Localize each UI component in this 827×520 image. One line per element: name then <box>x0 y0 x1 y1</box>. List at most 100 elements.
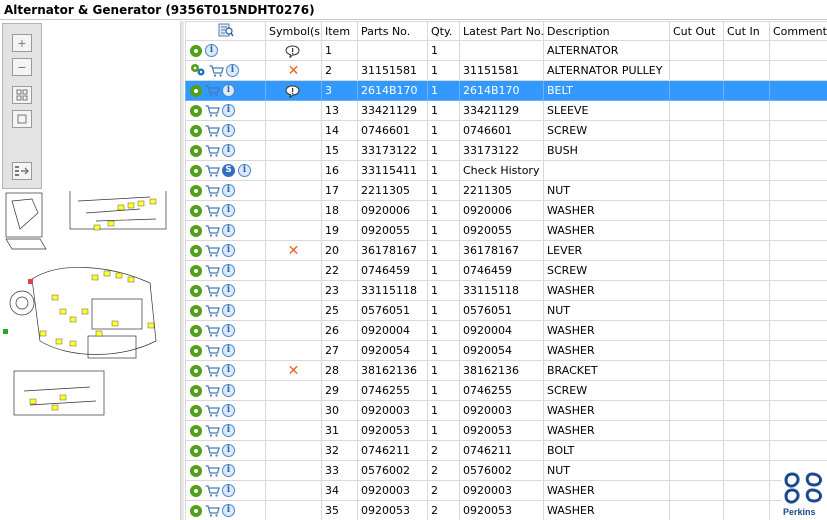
illustration-panel[interactable]: + − <box>0 21 180 520</box>
table-row[interactable]: i 32 0746211 2 0746211 BOLT <box>185 440 827 461</box>
table-row[interactable]: i 23 33115118 1 33115118 WASHER <box>185 280 827 301</box>
service-gear-icon[interactable] <box>190 364 202 377</box>
search-list-icon[interactable] <box>218 23 234 37</box>
add-to-cart-icon[interactable] <box>205 225 220 237</box>
info-icon[interactable]: i <box>222 84 235 98</box>
info-icon[interactable]: i <box>226 64 239 77</box>
add-to-cart-icon[interactable] <box>205 405 220 417</box>
table-row[interactable]: i 27 0920054 1 0920054 WASHER <box>185 340 827 361</box>
info-icon[interactable]: i <box>222 204 235 218</box>
column-header-description[interactable]: Description <box>543 21 670 41</box>
table-row[interactable]: i ✕ 28 38162136 1 38162136 BRACKET <box>185 360 827 381</box>
note-bubble-icon[interactable] <box>285 45 300 59</box>
table-row[interactable]: i 14 0746601 1 0746601 SCREW <box>185 120 827 141</box>
add-to-cart-icon[interactable] <box>205 145 220 157</box>
service-gear-icon[interactable] <box>190 144 202 157</box>
exploded-view-drawing[interactable] <box>0 191 180 421</box>
multi-gear-icon[interactable] <box>190 63 206 79</box>
info-icon[interactable]: i <box>222 224 235 238</box>
table-row[interactable]: i 29 0746255 1 0746255 SCREW <box>185 380 827 401</box>
service-gear-icon[interactable] <box>190 404 202 417</box>
info-icon[interactable]: i <box>222 424 235 438</box>
table-row[interactable]: i 3 2614B170 1 2614B170 BELT <box>185 80 827 101</box>
column-header-cut-out[interactable]: Cut Out <box>669 21 724 41</box>
info-icon[interactable]: i <box>222 324 235 338</box>
table-row[interactable]: i 19 0920055 1 0920055 WASHER <box>185 220 827 241</box>
table-row[interactable]: i 31 0920053 1 0920053 WASHER <box>185 420 827 441</box>
add-to-cart-icon[interactable] <box>209 64 224 77</box>
table-row[interactable]: i ✕ 20 36178167 1 36178167 LEVER <box>185 240 827 261</box>
info-icon[interactable]: i <box>222 444 235 458</box>
add-to-cart-icon[interactable] <box>205 465 220 477</box>
service-gear-icon[interactable] <box>190 444 202 457</box>
info-icon[interactable]: i <box>222 244 235 258</box>
column-header-symbols[interactable]: Symbol(s) <box>265 21 322 41</box>
panel-splitter[interactable] <box>180 21 184 520</box>
service-gear-icon[interactable] <box>190 244 202 257</box>
zoom-in-icon[interactable]: + <box>12 34 32 52</box>
column-header-cut-in[interactable]: Cut In <box>723 21 770 41</box>
service-gear-icon[interactable] <box>190 84 202 97</box>
service-gear-icon[interactable] <box>190 204 202 217</box>
service-gear-icon[interactable] <box>190 504 202 517</box>
info-icon[interactable]: i <box>222 464 235 478</box>
table-row[interactable]: i 18 0920006 1 0920006 WASHER <box>185 200 827 221</box>
table-row[interactable]: i 34 0920003 2 0920003 WASHER <box>185 480 827 501</box>
note-bubble-icon[interactable] <box>285 85 300 99</box>
table-row[interactable]: Si 16 33115411 1 Check History <box>185 160 827 181</box>
info-icon[interactable]: i <box>222 124 235 138</box>
add-to-cart-icon[interactable] <box>205 345 220 357</box>
info-icon[interactable]: i <box>222 344 235 358</box>
add-to-cart-icon[interactable] <box>205 485 220 497</box>
table-row[interactable]: i 30 0920003 1 0920003 WASHER <box>185 400 827 421</box>
service-gear-icon[interactable] <box>190 324 202 337</box>
table-row[interactable]: i 15 33173122 1 33173122 BUSH <box>185 140 827 161</box>
supersession-icon[interactable]: S <box>222 164 235 178</box>
info-icon[interactable]: i <box>222 404 235 418</box>
table-row[interactable]: i 26 0920004 1 0920004 WASHER <box>185 320 827 341</box>
add-to-cart-icon[interactable] <box>205 505 220 517</box>
info-icon[interactable]: i <box>222 384 235 398</box>
table-row[interactable]: i 25 0576051 1 0576051 NUT <box>185 300 827 321</box>
add-to-cart-icon[interactable] <box>205 385 220 397</box>
service-gear-icon[interactable] <box>190 104 202 117</box>
table-row[interactable]: i 17 2211305 1 2211305 NUT <box>185 180 827 201</box>
info-icon[interactable]: i <box>222 264 235 278</box>
service-gear-icon[interactable] <box>190 124 202 137</box>
info-icon[interactable]: i <box>222 144 235 158</box>
column-header-item[interactable]: Item <box>321 21 358 41</box>
info-icon[interactable]: i <box>222 484 235 498</box>
table-row[interactable]: i 22 0746459 1 0746459 SCREW <box>185 260 827 281</box>
add-to-cart-icon[interactable] <box>205 365 220 377</box>
service-gear-icon[interactable] <box>190 304 202 317</box>
add-to-cart-icon[interactable] <box>205 425 220 437</box>
icon-column-header[interactable] <box>185 21 266 41</box>
add-to-cart-icon[interactable] <box>205 165 220 177</box>
table-row[interactable]: i 33 0576002 2 0576002 NUT <box>185 460 827 481</box>
info-icon[interactable]: i <box>222 504 235 518</box>
service-gear-icon[interactable] <box>190 284 202 297</box>
service-gear-icon[interactable] <box>190 164 202 177</box>
table-row[interactable]: i 13 33421129 1 33421129 SLEEVE <box>185 100 827 121</box>
show-list-icon[interactable] <box>12 162 32 180</box>
info-icon[interactable]: i <box>222 304 235 318</box>
column-header-parts-no[interactable]: Parts No. <box>357 21 428 41</box>
service-gear-icon[interactable] <box>190 44 202 57</box>
service-gear-icon[interactable] <box>190 184 202 197</box>
add-to-cart-icon[interactable] <box>205 245 220 257</box>
info-icon[interactable]: i <box>222 104 235 118</box>
column-header-qty[interactable]: Qty. <box>427 21 460 41</box>
add-to-cart-icon[interactable] <box>205 85 220 97</box>
service-gear-icon[interactable] <box>190 344 202 357</box>
service-gear-icon[interactable] <box>190 464 202 477</box>
info-icon[interactable]: i <box>205 44 218 58</box>
add-to-cart-icon[interactable] <box>205 285 220 297</box>
fit-all-icon[interactable] <box>12 86 32 104</box>
add-to-cart-icon[interactable] <box>205 305 220 317</box>
service-gear-icon[interactable] <box>190 424 202 437</box>
add-to-cart-icon[interactable] <box>205 445 220 457</box>
service-gear-icon[interactable] <box>190 224 202 237</box>
zoom-out-icon[interactable]: − <box>12 58 32 76</box>
add-to-cart-icon[interactable] <box>205 205 220 217</box>
add-to-cart-icon[interactable] <box>205 325 220 337</box>
